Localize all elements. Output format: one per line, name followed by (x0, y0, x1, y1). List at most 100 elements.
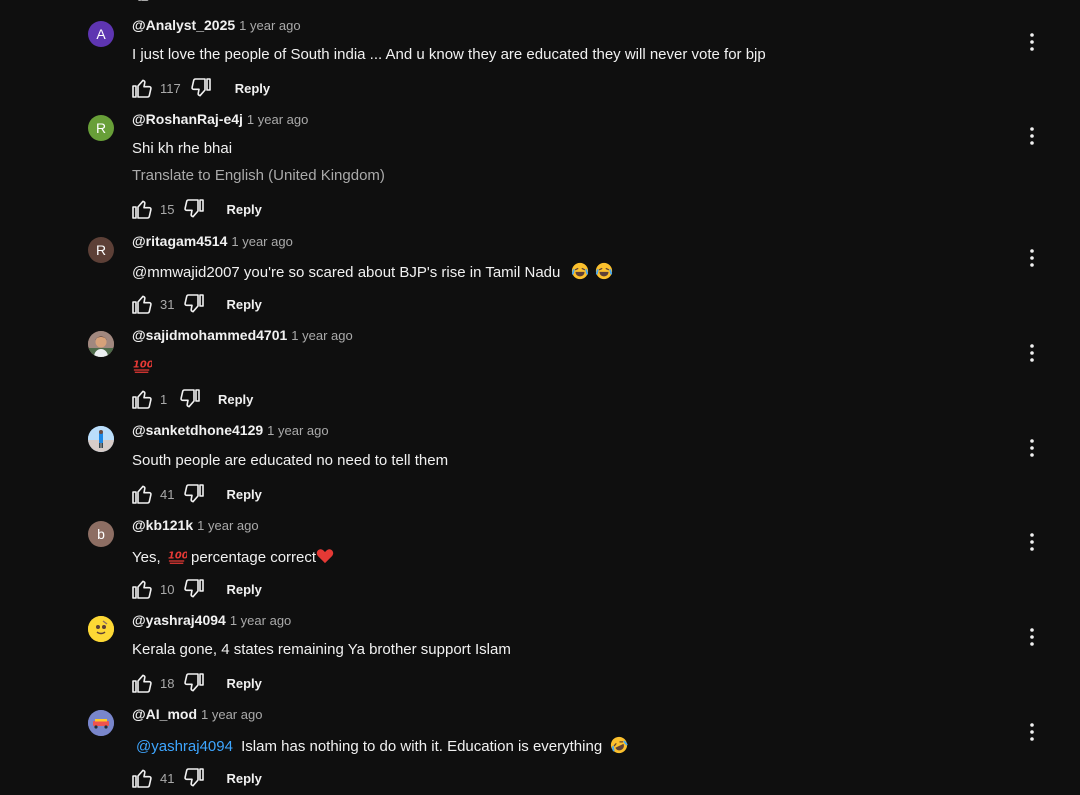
thumbs-down-icon[interactable] (182, 197, 206, 221)
hundred-points-emoji-icon: 100 (167, 547, 189, 569)
thumbs-down-icon[interactable] (182, 671, 206, 695)
comment-author[interactable]: @yashraj4094 (132, 612, 226, 628)
comment-time[interactable]: 1 year ago (239, 18, 300, 33)
avatar-letter: R (95, 120, 107, 136)
thumbs-up-icon[interactable] (130, 292, 154, 316)
reply-button[interactable]: Reply (235, 81, 270, 96)
comment-actions: 41 Reply (130, 766, 262, 790)
comment-actions: 117 Reply (130, 76, 270, 100)
comment-author[interactable]: @AI_mod (132, 706, 197, 722)
reply-button[interactable]: Reply (226, 487, 261, 502)
avatar[interactable]: A (88, 21, 114, 47)
comment-time[interactable]: 1 year ago (247, 112, 308, 127)
comment-text-row: 100 (132, 356, 154, 378)
comment-header: @AI_mod 1 year ago (132, 706, 262, 722)
comment-header: @ritagam4514 1 year ago (132, 233, 293, 249)
comment-header: @sajidmohammed4701 1 year ago (132, 327, 353, 343)
comment-header: @Analyst_2025 1 year ago (132, 17, 301, 33)
comment-time[interactable]: 1 year ago (231, 234, 292, 249)
avatar-letter: R (95, 242, 107, 258)
thumbs-up-icon[interactable] (132, 0, 156, 2)
thumbs-down-icon[interactable] (182, 577, 206, 601)
reply-button[interactable]: Reply (226, 771, 261, 786)
like-count: 31 (160, 296, 175, 312)
comment-author[interactable]: @kb121k (132, 517, 193, 533)
like-count: 10 (160, 581, 175, 597)
laughing-emoji-icon (571, 262, 589, 284)
like-count: 41 (160, 770, 175, 786)
avatar[interactable] (88, 710, 114, 736)
avatar-letter: b (97, 526, 105, 542)
comment-time[interactable]: 1 year ago (230, 613, 291, 628)
avatar[interactable] (88, 616, 114, 642)
comment-actions: 15 Reply (130, 197, 262, 221)
more-vertical-icon[interactable] (1020, 341, 1044, 365)
more-vertical-icon[interactable] (1020, 530, 1044, 554)
thumbs-up-icon[interactable] (130, 766, 154, 790)
thumbs-down-icon[interactable] (182, 766, 206, 790)
more-vertical-icon[interactable] (1020, 124, 1044, 148)
mention-link[interactable]: @yashraj4094 (136, 738, 233, 755)
comment-text-row: Yes, 100 percentage correct (132, 547, 334, 569)
comment-time[interactable]: 1 year ago (267, 423, 328, 438)
comment-author[interactable]: @RoshanRaj-e4j (132, 111, 243, 127)
translate-link[interactable]: Translate to English (United Kingdom) (132, 167, 385, 184)
like-count: 18 (160, 675, 175, 691)
comment-actions: 41 Reply (130, 482, 262, 506)
like-count: 41 (160, 486, 175, 502)
avatar-photo (88, 710, 114, 736)
reply-button[interactable]: Reply (226, 582, 261, 597)
like-count: 117 (160, 80, 181, 96)
more-vertical-icon[interactable] (1020, 246, 1044, 270)
thumbs-down-icon[interactable] (178, 387, 202, 411)
more-vertical-icon[interactable] (1020, 625, 1044, 649)
avatar[interactable]: R (88, 237, 114, 263)
comment-time[interactable]: 1 year ago (201, 707, 262, 722)
comment-header: @kb121k 1 year ago (132, 517, 259, 533)
reply-button[interactable]: Reply (226, 676, 261, 691)
thumbs-up-icon[interactable] (130, 577, 154, 601)
like-count: 1 (160, 391, 168, 407)
comment-actions: 18 Reply (130, 671, 262, 695)
comment-text: @mmwajid2007 you're so scared about BJP'… (132, 263, 561, 281)
avatar[interactable] (88, 426, 114, 452)
like-count: 15 (160, 201, 175, 217)
reply-button[interactable]: Reply (218, 392, 253, 407)
comment-author[interactable]: @Analyst_2025 (132, 17, 235, 33)
comment-text: I just love the people of South india ..… (132, 46, 766, 63)
thumbs-up-icon[interactable] (130, 482, 154, 506)
thumbs-down-icon[interactable] (189, 76, 213, 100)
rolling-laughing-emoji-icon (610, 736, 628, 758)
avatar[interactable]: R (88, 115, 114, 141)
avatar-photo (88, 426, 114, 452)
thumbs-up-icon[interactable] (130, 671, 154, 695)
red-heart-emoji-icon (316, 548, 334, 568)
reply-button[interactable]: Reply (226, 202, 261, 217)
comment-author[interactable]: @sajidmohammed4701 (132, 327, 287, 343)
comment-actions: 31 Reply (130, 292, 262, 316)
comment-author[interactable]: @sanketdhone4129 (132, 422, 263, 438)
comment-text-row: @mmwajid2007 you're so scared about BJP'… (132, 262, 613, 284)
svg-text:100: 100 (133, 360, 152, 371)
avatar[interactable]: b (88, 521, 114, 547)
comment-actions: 1 Reply (130, 387, 253, 411)
thumbs-up-icon[interactable] (130, 76, 154, 100)
comment-time[interactable]: 1 year ago (197, 518, 258, 533)
comment-text: Kerala gone, 4 states remaining Ya broth… (132, 641, 511, 658)
avatar-letter: A (96, 26, 106, 42)
comment-author[interactable]: @ritagam4514 (132, 233, 227, 249)
comment-text: South people are educated no need to tel… (132, 452, 449, 469)
more-vertical-icon[interactable] (1020, 436, 1044, 460)
avatar[interactable] (88, 331, 114, 357)
comment-text-row: @yashraj4094 Islam has nothing to do wit… (132, 736, 628, 758)
more-vertical-icon[interactable] (1020, 30, 1044, 54)
comments-page: A @Analyst_2025 1 year ago I just love th… (0, 0, 1080, 795)
reply-button[interactable]: Reply (226, 297, 261, 312)
more-vertical-icon[interactable] (1020, 720, 1044, 744)
thumbs-down-icon[interactable] (182, 482, 206, 506)
thumbs-down-icon[interactable] (182, 292, 206, 316)
svg-text:100: 100 (168, 551, 187, 562)
thumbs-up-icon[interactable] (130, 387, 154, 411)
comment-time[interactable]: 1 year ago (291, 328, 352, 343)
thumbs-up-icon[interactable] (130, 197, 154, 221)
